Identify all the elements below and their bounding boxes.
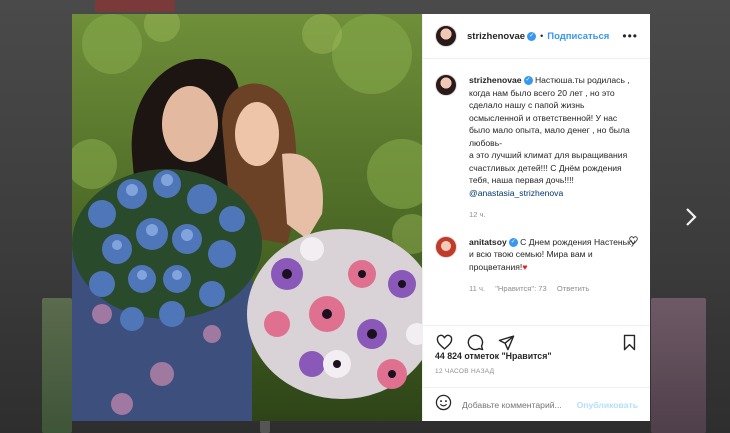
comment-likes[interactable]: "Нравится": 73 bbox=[495, 284, 547, 293]
post-header: strizhenovae ✓ • Подписаться ••• bbox=[423, 14, 650, 59]
caption-text: Настюша.ты родилась , когда нам было все… bbox=[469, 75, 630, 148]
author-avatar[interactable] bbox=[435, 74, 457, 96]
background-post-thumbnail bbox=[651, 298, 706, 433]
comments-list[interactable]: strizhenovae ✓ Настюша.ты родилась , когд… bbox=[423, 60, 650, 325]
next-arrow-icon[interactable] bbox=[683, 205, 699, 229]
verified-icon: ✓ bbox=[527, 31, 537, 41]
caption-text: а это лучший климат для выращивания счас… bbox=[469, 150, 628, 185]
emoji-icon[interactable] bbox=[435, 394, 452, 416]
comment-like-heart-icon[interactable] bbox=[629, 235, 638, 247]
verified-icon: ✓ bbox=[508, 237, 518, 247]
more-icon[interactable]: ••• bbox=[622, 29, 638, 43]
post-photo[interactable] bbox=[72, 14, 422, 421]
verified-icon: ✓ bbox=[523, 76, 533, 86]
commenter-avatar[interactable] bbox=[435, 235, 457, 258]
follow-button[interactable]: Подписаться bbox=[547, 31, 609, 42]
comment-icon[interactable] bbox=[466, 334, 484, 352]
publish-button[interactable]: Опубликовать bbox=[577, 400, 638, 410]
share-icon[interactable] bbox=[497, 334, 515, 352]
post-date[interactable]: 12 ЧАСОВ НАЗАД bbox=[435, 368, 494, 375]
likes-count[interactable]: 44 824 отметок "Нравится" bbox=[435, 351, 552, 361]
caption-author[interactable]: strizhenovae bbox=[469, 75, 522, 85]
separator-dot: • bbox=[540, 31, 544, 41]
bookmark-icon[interactable] bbox=[620, 334, 638, 352]
reply-button[interactable]: Ответить bbox=[557, 284, 589, 293]
caption: strizhenovae ✓ Настюша.ты родилась , когд… bbox=[435, 74, 638, 222]
caption-mention[interactable]: @anastasia_strizhenova bbox=[469, 188, 563, 198]
caption-time[interactable]: 12 ч. bbox=[469, 210, 486, 219]
comment-item: anitatsoy ✓ С Днем рождения Настеньку и в… bbox=[435, 235, 638, 296]
background-post-thumbnail bbox=[42, 298, 72, 433]
author-avatar[interactable] bbox=[435, 25, 457, 47]
add-comment-bar: Опубликовать bbox=[423, 387, 650, 421]
background-post-thumbnail bbox=[95, 0, 175, 12]
comment-input[interactable] bbox=[462, 399, 577, 410]
heart-icon[interactable] bbox=[435, 334, 453, 352]
comment-time[interactable]: 11 ч. bbox=[469, 284, 485, 293]
author-username[interactable]: strizhenovae bbox=[467, 31, 525, 42]
post-sidebar: strizhenovae ✓ • Подписаться ••• strizhe… bbox=[422, 14, 650, 421]
post-modal: strizhenovae ✓ • Подписаться ••• strizhe… bbox=[72, 14, 650, 421]
red-heart-emoji: ♥ bbox=[522, 261, 528, 272]
comment-author[interactable]: anitatsoy bbox=[469, 237, 507, 247]
